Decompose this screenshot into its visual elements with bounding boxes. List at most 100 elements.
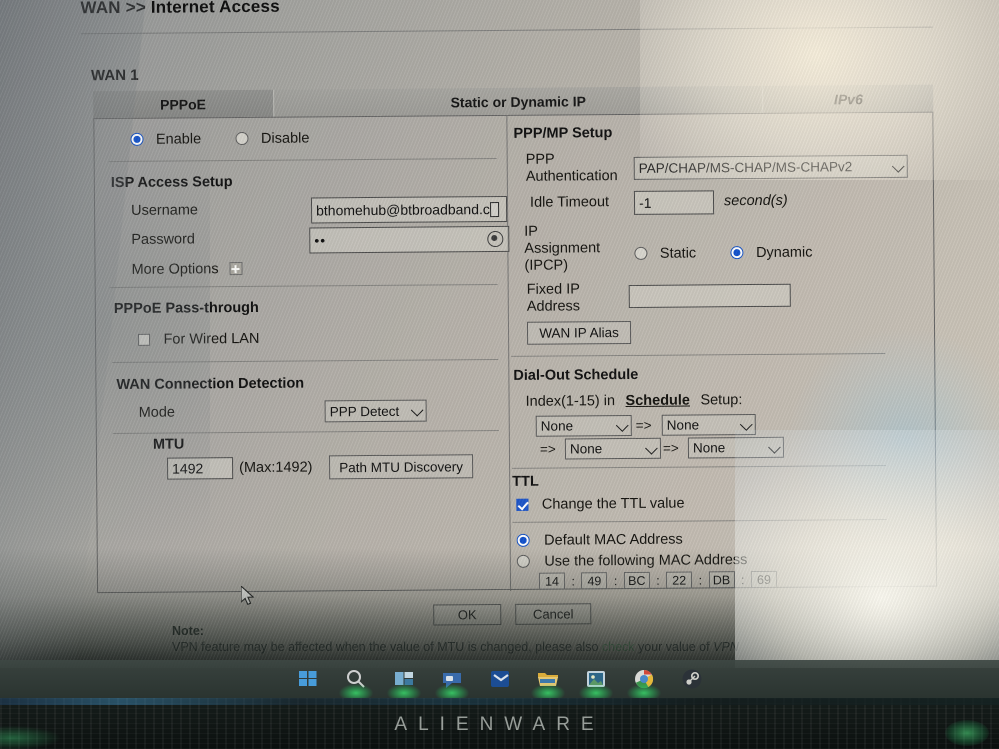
note-line-1: VPN feature may be affected when the val… <box>172 640 739 654</box>
outlook-icon[interactable] <box>487 666 513 692</box>
chevron-down-icon <box>768 440 781 454</box>
change-ttl-checkbox[interactable] <box>516 498 529 511</box>
ok-button[interactable]: OK <box>433 603 502 626</box>
ppp-auth-select[interactable]: PAP/CHAP/MS-CHAP/MS-CHAPv2 <box>633 154 908 180</box>
idle-timeout-input[interactable]: -1 <box>633 190 715 215</box>
tab-pppoe[interactable]: PPPoE <box>93 89 274 119</box>
ip-dynamic-label: Dynamic <box>755 244 813 261</box>
ip-static-label: Static <box>659 245 697 262</box>
divider-2 <box>109 284 498 289</box>
chevron-down-icon <box>645 441 658 455</box>
more-options-label: More Options <box>131 261 219 278</box>
more-options-toggle[interactable]: More Options <box>131 260 243 279</box>
eye-icon[interactable] <box>487 230 504 248</box>
schedule-select-4[interactable]: None <box>687 436 785 459</box>
wan-ip-alias-button[interactable]: WAN IP Alias <box>526 320 632 345</box>
disable-radio[interactable] <box>235 132 249 146</box>
for-wired-lan-checkbox[interactable] <box>138 333 151 346</box>
password-input[interactable]: •• <box>309 225 510 254</box>
mtu-input[interactable]: 1492 <box>167 457 234 480</box>
mac-octet-4[interactable]: 22 <box>666 571 693 589</box>
mac-octet-3[interactable]: BC <box>623 572 650 590</box>
search-icon[interactable] <box>338 666 373 702</box>
pppoe-passthrough-title: PPPoE Pass-through <box>113 299 259 318</box>
cancel-button[interactable]: Cancel <box>515 603 592 625</box>
ttl-change-row[interactable]: Change the TTL value <box>516 495 685 514</box>
ppp-auth-label-line2: Authentication <box>525 168 618 185</box>
for-wired-lan-row[interactable]: For Wired LAN <box>138 330 259 349</box>
note-title: Note: <box>172 624 204 638</box>
mouse-cursor <box>241 585 255 606</box>
isp-access-setup-title: ISP Access Setup <box>110 174 233 192</box>
password-label: Password <box>131 231 196 248</box>
mac-octet-5[interactable]: DB <box>708 571 735 589</box>
breadcrumb: WAN >> Internet Access <box>80 0 280 18</box>
mac-following-row[interactable]: Use the following MAC Address <box>516 551 748 571</box>
mac-sep-5: : <box>740 572 745 587</box>
mac-octet-1[interactable]: 14 <box>538 572 566 590</box>
right-column: PPP/MP Setup PPP Authentication PAP/CHAP… <box>507 113 937 591</box>
username-label: Username <box>131 202 199 219</box>
dial-out-index-row: Index(1-15) in Schedule Setup: <box>526 391 743 411</box>
chevron-down-icon <box>410 403 424 417</box>
enable-label: Enable <box>155 131 202 148</box>
fixed-ip-line1: Fixed IP <box>526 281 580 298</box>
schedule-select-3[interactable]: None <box>564 437 662 460</box>
mode-select[interactable]: PPP Detect <box>324 399 427 423</box>
enable-radio[interactable] <box>130 133 144 147</box>
path-mtu-discovery-label: Path MTU Discovery <box>339 458 464 475</box>
mode-value: PPP Detect <box>329 403 400 419</box>
default-mac-radio[interactable] <box>516 534 530 548</box>
schedule-setup-link[interactable]: Schedule <box>625 393 690 410</box>
username-input[interactable]: bthomehub@btbroadband.c <box>310 195 508 224</box>
windows-taskbar <box>0 660 999 702</box>
bezel-led-left <box>0 726 60 749</box>
windows-start-icon[interactable] <box>295 666 321 692</box>
bezel-led-right <box>945 720 989 746</box>
mac-default-row[interactable]: Default MAC Address <box>516 531 683 550</box>
ppp-auth-label: PPP Authentication <box>526 151 618 186</box>
tab-static-label: Static or Dynamic IP <box>450 92 586 110</box>
ip-dynamic-radio[interactable] <box>730 246 744 260</box>
wan-connection-detection-title: WAN Connection Detection <box>116 375 305 394</box>
dialout-index-pre: Index(1-15) in <box>525 393 616 410</box>
password-value: •• <box>314 232 327 249</box>
laptop-bezel: ALIENWARE <box>0 698 999 749</box>
path-mtu-discovery-button[interactable]: Path MTU Discovery <box>328 454 474 480</box>
mac-octet-6[interactable]: 69 <box>750 571 778 589</box>
fixed-ip-input[interactable] <box>628 283 791 308</box>
ip-static-radio[interactable] <box>634 247 648 261</box>
chevron-down-icon <box>739 417 753 431</box>
ppp-auth-value: PAP/CHAP/MS-CHAP/MS-CHAPv2 <box>638 159 853 176</box>
ip-assignment-label: IP Assignment (IPCP) <box>524 223 600 275</box>
mac-octet-2[interactable]: 49 <box>581 572 608 590</box>
photo-of-monitor: WAN >> Internet Access WAN 1 PPPoE Stati… <box>0 0 999 749</box>
ip-assignment-radio-group: Static Dynamic <box>634 244 813 263</box>
file-explorer-icon[interactable] <box>530 666 565 702</box>
steam-icon[interactable] <box>679 666 705 692</box>
schedule-select-1[interactable]: None <box>535 414 632 437</box>
divider-4 <box>112 430 499 435</box>
username-value: bthomehub@btbroadband.c <box>316 201 490 219</box>
text-caret <box>489 201 499 217</box>
following-mac-label: Use the following MAC Address <box>544 552 748 570</box>
widgets-icon[interactable] <box>386 666 421 702</box>
tab-ipv6[interactable]: IPv6 <box>763 84 934 113</box>
photos-icon[interactable] <box>578 666 613 702</box>
note-text-check: check <box>601 640 635 654</box>
mac-sep-3: : <box>656 573 660 588</box>
chevron-down-icon <box>615 418 629 432</box>
dial-out-schedule-title: Dial-Out Schedule <box>513 366 639 384</box>
following-mac-radio[interactable] <box>516 555 530 569</box>
header-divider <box>80 26 933 35</box>
ppp-mp-setup-title: PPP/MP Setup <box>513 125 613 142</box>
bezel-led-strip <box>0 698 999 705</box>
tab-static-or-dynamic-ip[interactable]: Static or Dynamic IP <box>273 85 764 117</box>
plus-box-icon[interactable] <box>228 262 243 276</box>
dialout-index-post: Setup: <box>700 392 743 409</box>
chat-teams-icon[interactable] <box>434 666 469 702</box>
chevron-down-icon <box>891 159 905 173</box>
schedule-select-2[interactable]: None <box>661 413 756 436</box>
chrome-icon[interactable] <box>626 666 661 702</box>
for-wired-lan-label: For Wired LAN <box>163 330 260 348</box>
